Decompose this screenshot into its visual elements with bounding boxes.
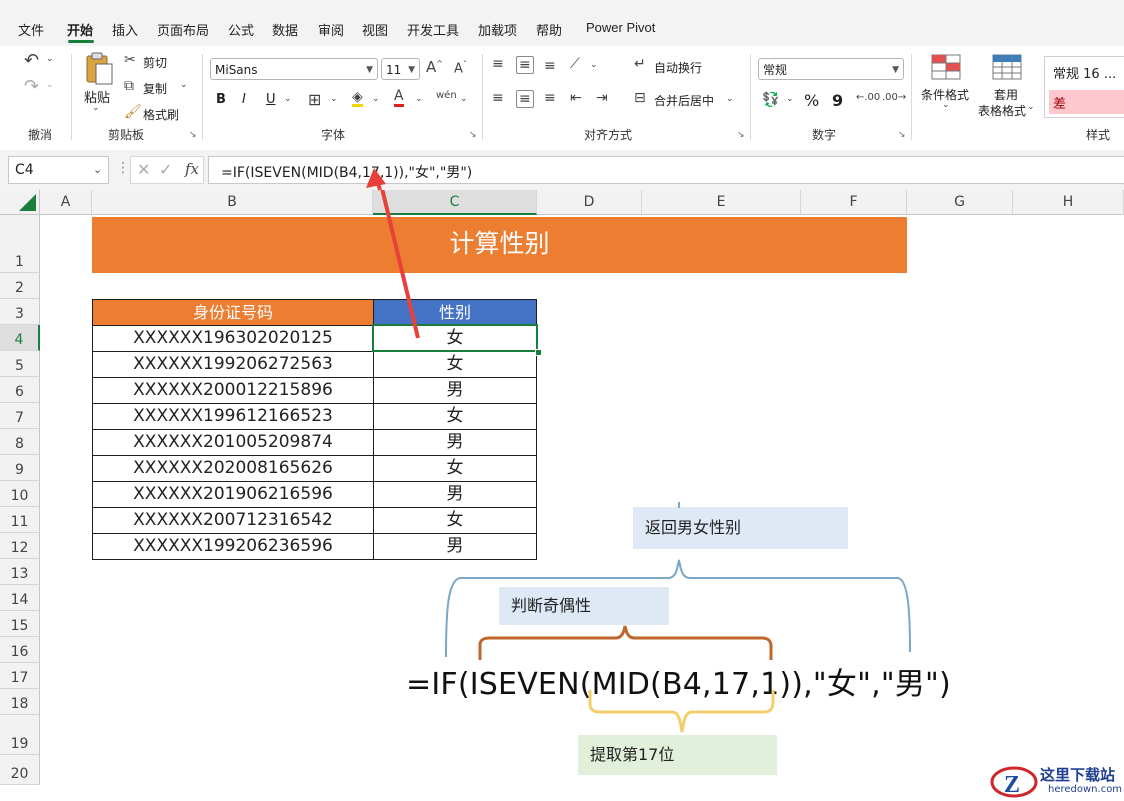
arrow-overlay [366,168,386,191]
arrow-head-icon [366,168,386,188]
